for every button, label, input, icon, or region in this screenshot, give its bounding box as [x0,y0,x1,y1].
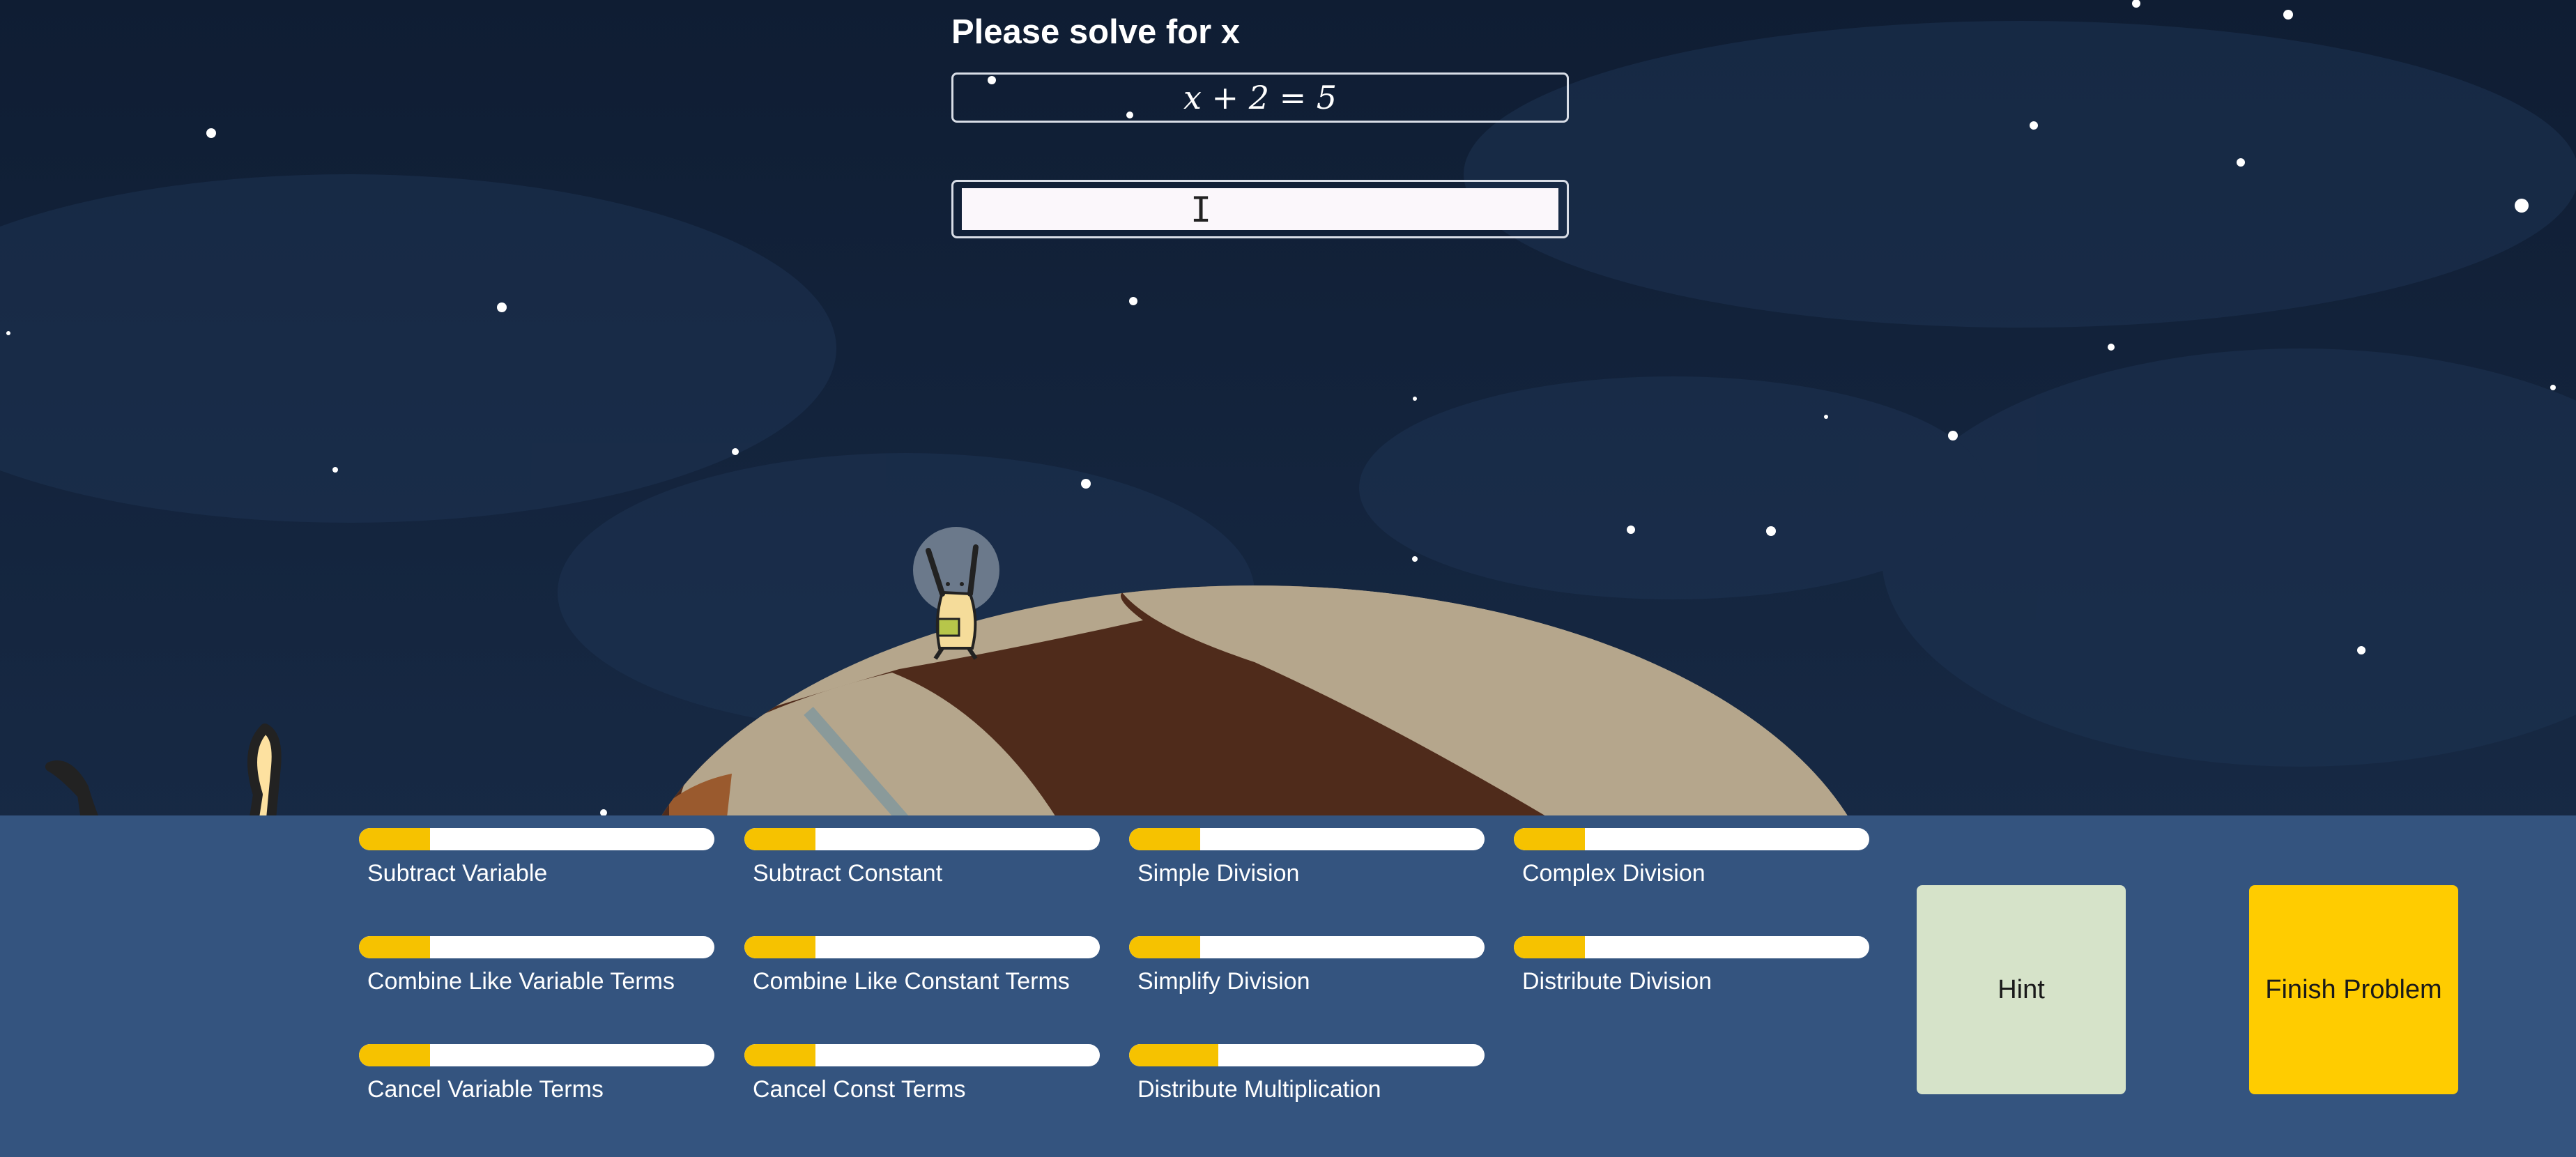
skill-label: Subtract Variable [367,860,548,887]
skill-progress-fill [1514,828,1585,850]
skill-progress-fill [1129,1044,1218,1066]
answer-input[interactable] [962,188,1558,230]
skill-label: Simple Division [1137,860,1300,887]
skill-label: Distribute Multiplication [1137,1076,1381,1103]
skill-label: Combine Like Constant Terms [753,968,1070,995]
skill-label: Combine Like Variable Terms [367,968,675,995]
skill-item: Simplify Division [1129,924,1485,995]
skill-progress-fill [359,1044,430,1066]
skill-label: Complex Division [1522,860,1705,887]
skill-progress-bar [744,1044,1100,1066]
skill-label: Cancel Const Terms [753,1076,966,1103]
skill-label: Simplify Division [1137,968,1310,995]
skill-progress-fill [1129,828,1200,850]
skill-progress-bar [359,936,714,958]
skill-progress-bar [1129,936,1485,958]
skill-label: Distribute Division [1522,968,1712,995]
skill-progress-bar [1514,828,1869,850]
hint-button[interactable]: Hint [1917,885,2126,1094]
skill-progress-bar [1514,936,1869,958]
skill-item: Subtract Variable [359,815,714,887]
skill-progress-bar [1129,828,1485,850]
skill-item: Distribute Division [1514,924,1869,995]
skill-progress-fill [744,1044,815,1066]
equation-display: x + 2 = 5 [951,72,1569,123]
skill-item: Simple Division [1129,815,1485,887]
skill-item: Cancel Const Terms [744,1032,1100,1103]
skill-progress-bar [359,1044,714,1066]
skill-label: Subtract Constant [753,860,943,887]
skill-item: Cancel Variable Terms [359,1032,714,1103]
skill-item: Subtract Constant [744,815,1100,887]
skill-progress-bar [1129,1044,1485,1066]
skill-progress-fill [744,936,815,958]
skill-progress-fill [1129,936,1200,958]
problem-prompt: Please solve for x [951,13,1241,51]
skill-progress-bar [359,828,714,850]
skill-progress-bar [744,936,1100,958]
skill-progress-fill [744,828,815,850]
skill-item: Distribute Multiplication [1129,1032,1485,1103]
skill-progress-bar [744,828,1100,850]
skill-item: Complex Division [1514,815,1869,887]
skill-label: Cancel Variable Terms [367,1076,604,1103]
skill-progress-fill [1514,936,1585,958]
skill-item: Combine Like Constant Terms [744,924,1100,995]
skill-progress-fill [359,936,430,958]
skill-progress-fill [359,828,430,850]
finish-problem-button[interactable]: Finish Problem [2249,885,2458,1094]
skill-item: Combine Like Variable Terms [359,924,714,995]
answer-field-frame [951,180,1569,238]
